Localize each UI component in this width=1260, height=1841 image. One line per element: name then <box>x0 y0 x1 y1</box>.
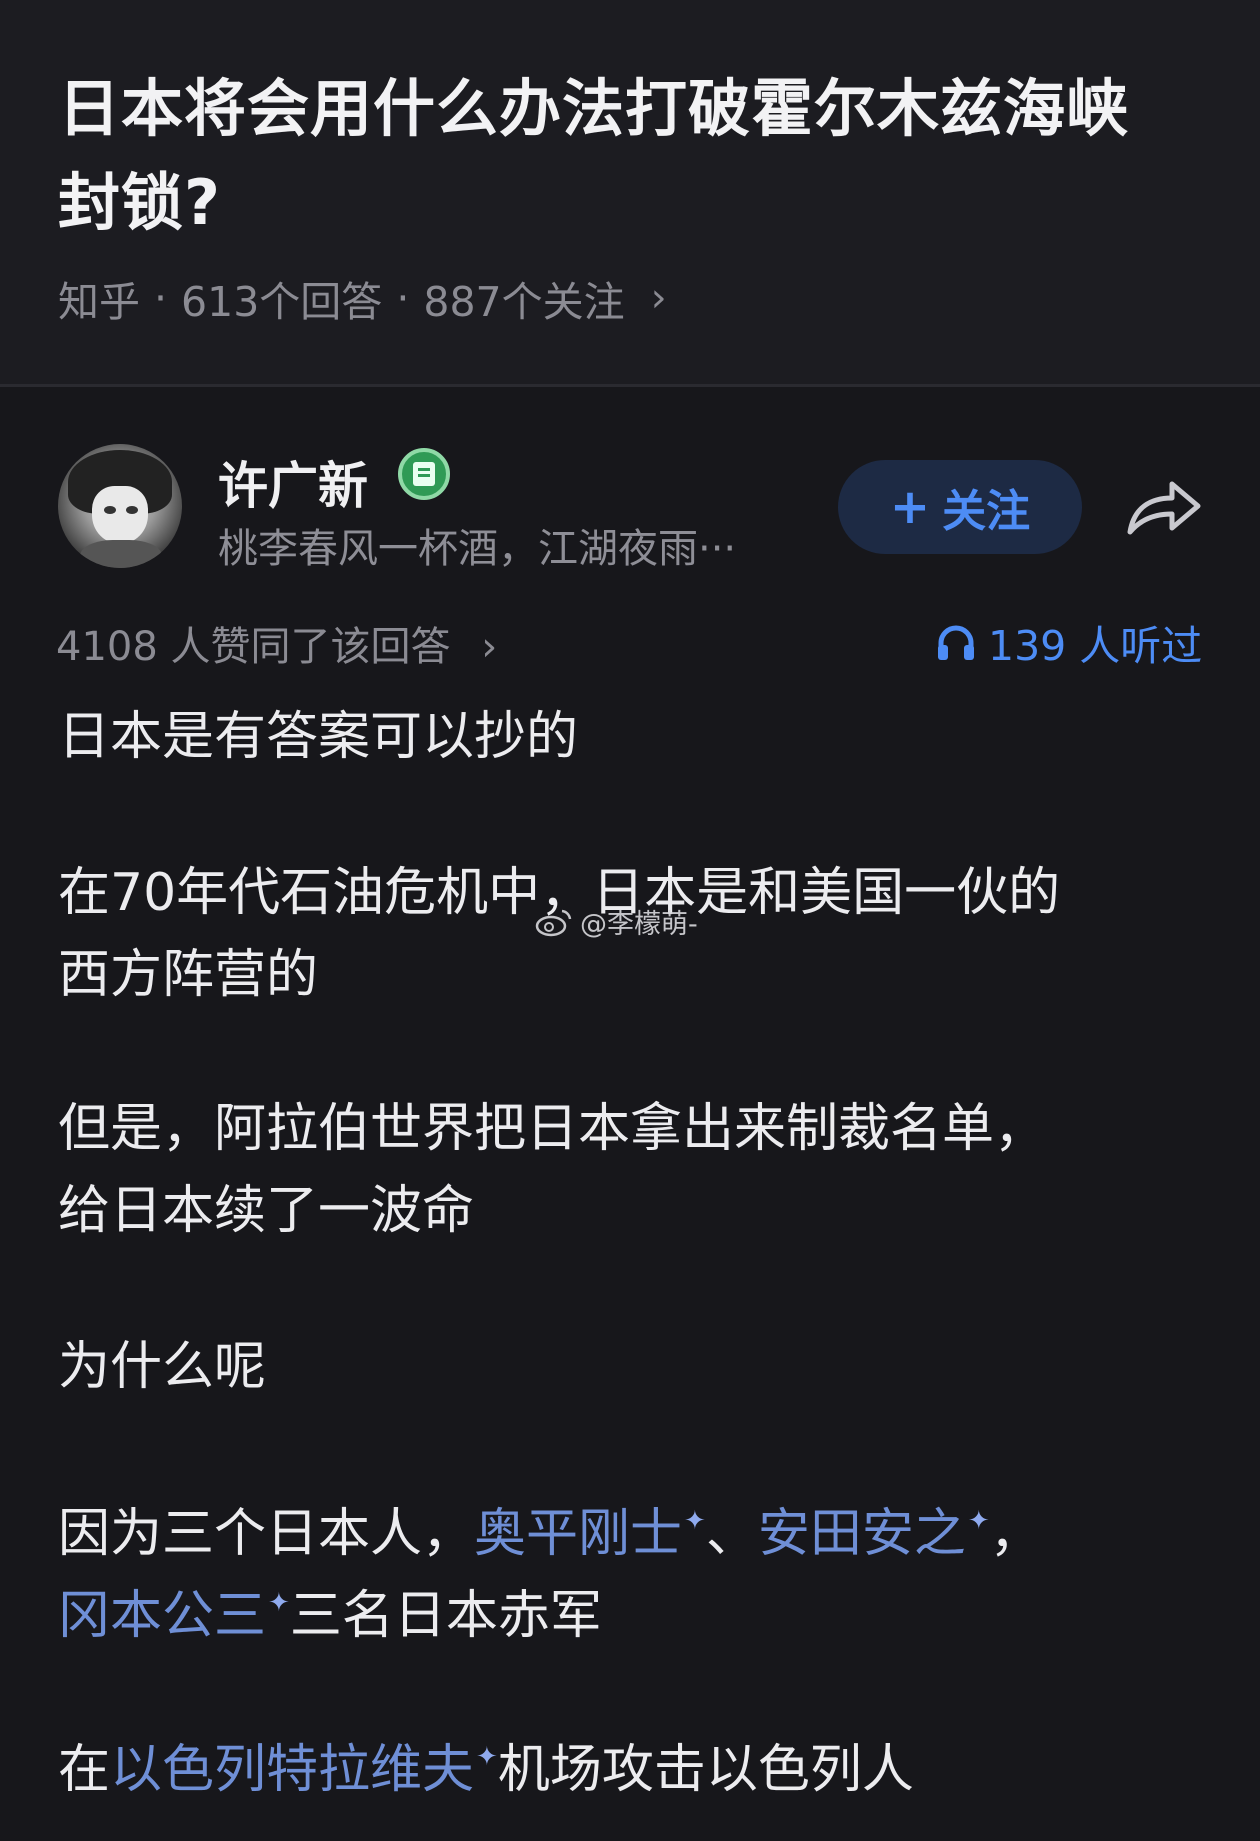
answer-paragraph: 但是，阿拉伯世界把日本拿出来制裁名单， <box>58 1099 1047 1159</box>
watermark: @李檬萌- <box>534 902 698 941</box>
answer-text: ， <box>989 1504 1042 1564</box>
link-yasuda[interactable]: 安田安之 <box>758 1504 966 1564</box>
listen-text: 139 人听过 <box>988 622 1203 670</box>
answer-text: 、 <box>705 1504 758 1564</box>
approve-text: 4108 人赞同了该回答 <box>56 624 451 670</box>
answer-paragraph: 因为三个日本人，奥平刚士✦、安田安之✦， <box>58 1480 1042 1575</box>
meta-separator: · <box>396 274 410 322</box>
author-name[interactable]: 许广新 <box>218 446 368 518</box>
answer-text: 因为三个日本人， <box>58 1504 475 1564</box>
author-bio: 桃李春风一杯酒，江湖夜雨··· <box>218 526 737 572</box>
source-label: 知乎 <box>58 278 140 326</box>
answer-paragraph: 日本是有答案可以抄的 <box>58 707 579 767</box>
answer-count: 613个回答 <box>181 278 383 326</box>
avatar[interactable] <box>58 444 182 568</box>
question-title[interactable]: 日本将会用什么办法打破霍尔木兹海峡 封锁? <box>58 62 1208 250</box>
answer-paragraph: 为什么呢 <box>58 1337 267 1397</box>
sparkle-icon: ✦ <box>684 1506 706 1536</box>
follower-count: 887个关注 <box>423 278 625 326</box>
watermark-text: @李檬萌- <box>580 909 698 940</box>
follow-button[interactable]: + 关注 <box>838 460 1082 554</box>
question-title-line2: 封锁? <box>58 166 221 239</box>
avatar-face <box>92 486 148 544</box>
link-okamoto[interactable]: 冈本公三 <box>58 1586 266 1646</box>
link-okudaira[interactable]: 奥平刚士 <box>474 1504 682 1564</box>
answer-text: 机场攻击以色列人 <box>497 1740 914 1800</box>
answer-text: 在 <box>58 1740 111 1800</box>
link-tel-aviv[interactable]: 以色列特拉维夫 <box>110 1740 474 1800</box>
question-meta[interactable]: 知乎 · 613个回答 · 887个关注 › <box>58 268 667 328</box>
chevron-right-icon: › <box>650 275 667 321</box>
avatar-eye <box>104 506 116 514</box>
avatar-body <box>80 540 162 568</box>
answer-paragraph: 西方阵营的 <box>58 945 319 1005</box>
question-header: 日本将会用什么办法打破霍尔木兹海峡 封锁? 知乎 · 613个回答 · 887个… <box>0 0 1260 384</box>
sparkle-icon: ✦ <box>967 1506 990 1536</box>
sparkle-icon: ✦ <box>476 1742 498 1772</box>
question-title-line1: 日本将会用什么办法打破霍尔木兹海峡 <box>58 72 1130 145</box>
answer-paragraph: 冈本公三✦三名日本赤军 <box>58 1562 602 1657</box>
meta-separator: · <box>154 274 168 322</box>
answer-text: 三名日本赤军 <box>289 1586 602 1646</box>
plus-icon: + <box>889 479 931 535</box>
divider <box>0 384 1260 387</box>
answer-paragraph: 给日本续了一波命 <box>58 1181 475 1241</box>
chevron-right-icon: › <box>481 624 498 670</box>
share-icon[interactable] <box>1124 474 1204 540</box>
badge-icon <box>398 448 450 500</box>
listen-button[interactable]: 139 人听过 <box>936 612 1202 672</box>
answer-paragraph: 在以色列特拉维夫✦机场攻击以色列人 <box>58 1716 914 1811</box>
headphones-icon <box>938 625 974 660</box>
weibo-icon <box>535 909 572 936</box>
sparkle-icon: ✦ <box>268 1588 290 1618</box>
follow-label: 关注 <box>942 486 1031 537</box>
avatar-eye <box>126 506 138 514</box>
approve-count[interactable]: 4108 人赞同了该回答 › <box>56 614 497 672</box>
